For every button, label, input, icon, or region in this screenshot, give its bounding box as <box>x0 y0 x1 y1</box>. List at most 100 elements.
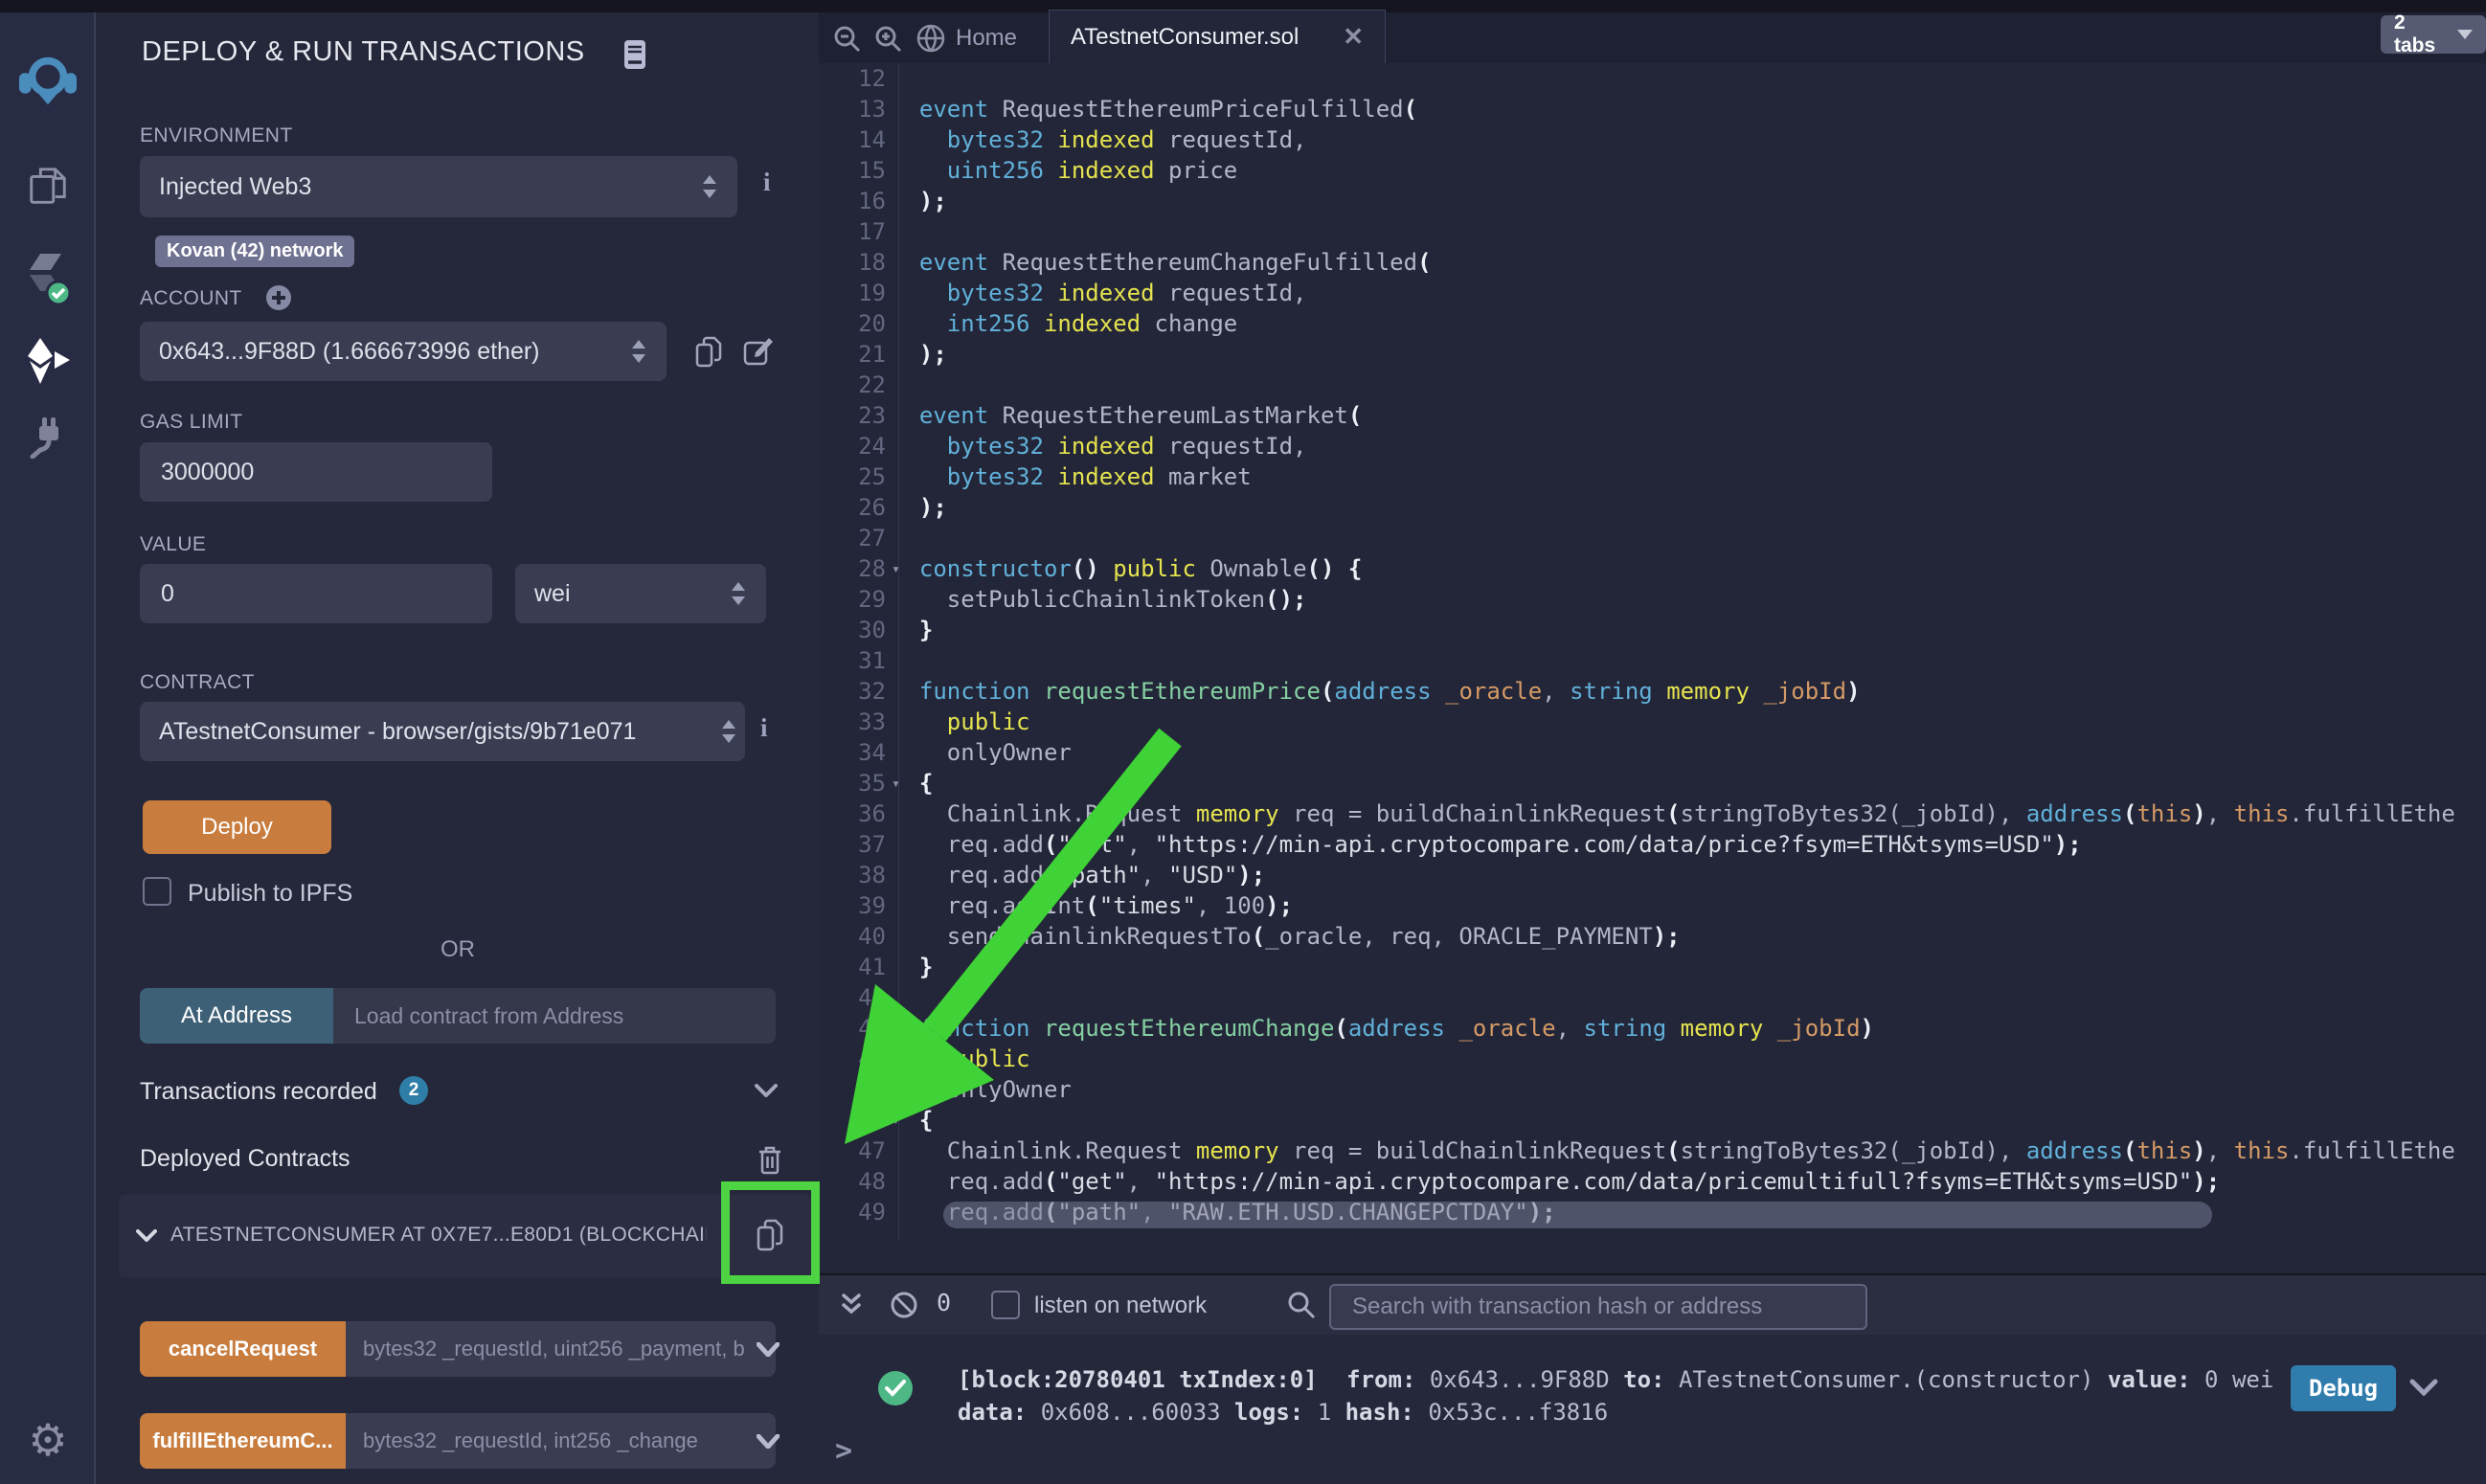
code-line[interactable]: 14 bytes32 indexed requestId, <box>819 124 2486 155</box>
code-line[interactable]: 20 int256 indexed change <box>819 308 2486 339</box>
code-area[interactable]: 1213 event RequestEthereumPriceFulfilled… <box>819 63 2486 1273</box>
code-text: bytes32 indexed market <box>892 461 1252 492</box>
log-expand-chevron-icon[interactable] <box>2409 1379 2438 1396</box>
tabs-count-dropdown[interactable]: 2 tabs <box>2381 15 2486 54</box>
contract-expand-chevron-icon[interactable] <box>136 1229 157 1242</box>
copy-account-icon[interactable] <box>695 336 722 369</box>
code-line[interactable]: 42 <box>819 982 2486 1013</box>
code-line[interactable]: 27 <box>819 523 2486 553</box>
code-line[interactable]: 16 ); <box>819 186 2486 216</box>
plugin-manager-icon[interactable] <box>0 415 96 463</box>
solidity-compiler-icon[interactable] <box>0 252 96 310</box>
terminal-search-input[interactable] <box>1329 1284 1867 1330</box>
line-number: 12 <box>819 63 886 94</box>
code-line[interactable]: 31 <box>819 645 2486 676</box>
code-line[interactable]: 35▾ { <box>819 768 2486 798</box>
fulfill-change-button[interactable]: fulfillEthereumC... <box>140 1413 346 1469</box>
deployed-contract-card[interactable]: ATESTNETCONSUMER AT 0X7E7...E80D1 (BLOCK… <box>119 1195 812 1277</box>
cancel-request-expand-icon[interactable] <box>757 1342 780 1357</box>
zoom-out-icon[interactable] <box>832 24 861 53</box>
environment-select[interactable]: Injected Web3 <box>140 156 737 217</box>
publish-ipfs-checkbox[interactable] <box>143 877 171 906</box>
code-line[interactable]: 21 ); <box>819 339 2486 370</box>
at-address-input[interactable] <box>333 988 776 1044</box>
code-line[interactable]: 30 } <box>819 615 2486 645</box>
expand-terminal-icon[interactable] <box>840 1293 863 1317</box>
add-account-icon[interactable] <box>264 283 293 312</box>
trash-icon[interactable] <box>757 1145 782 1176</box>
code-line[interactable]: 13 event RequestEthereumPriceFulfilled( <box>819 94 2486 124</box>
file-explorer-icon[interactable] <box>0 164 96 213</box>
edit-account-icon[interactable] <box>743 336 774 367</box>
line-number: 44 <box>819 1044 886 1074</box>
code-line[interactable]: 41 } <box>819 952 2486 982</box>
code-line[interactable]: 45 onlyOwner <box>819 1074 2486 1105</box>
code-line[interactable]: 23 event RequestEthereumLastMarket( <box>819 400 2486 431</box>
code-line[interactable]: 26 ); <box>819 492 2486 523</box>
gas-limit-input[interactable] <box>140 442 492 502</box>
code-line[interactable]: 48 req.add("get", "https://min-api.crypt… <box>819 1166 2486 1197</box>
code-line[interactable]: 36 Chainlink.Request memory req = buildC… <box>819 798 2486 829</box>
value-unit-select[interactable]: wei <box>515 564 766 623</box>
code-line[interactable]: 29 setPublicChainlinkToken(); <box>819 584 2486 615</box>
home-globe-icon[interactable] <box>915 22 947 55</box>
line-number: 39 <box>819 890 886 921</box>
code-line[interactable]: 47 Chainlink.Request memory req = buildC… <box>819 1135 2486 1166</box>
contract-select[interactable]: ATestnetConsumer - browser/gists/9b71e07… <box>140 702 745 761</box>
clear-console-icon[interactable] <box>889 1290 919 1320</box>
code-line[interactable]: 33 public <box>819 707 2486 737</box>
line-number: 42 <box>819 982 886 1013</box>
code-text: public <box>892 1044 1030 1074</box>
code-text: sendChainlinkRequestTo(_oracle, req, ORA… <box>892 921 1681 952</box>
tab-close-icon[interactable]: ✕ <box>1343 22 1364 52</box>
code-line[interactable]: 40 sendChainlinkRequestTo(_oracle, req, … <box>819 921 2486 952</box>
code-line[interactable]: 46▾ { <box>819 1105 2486 1135</box>
fulfill-change-expand-icon[interactable] <box>757 1434 780 1449</box>
value-input[interactable] <box>140 564 492 623</box>
cancel-request-args-input[interactable] <box>346 1321 776 1377</box>
transactions-chevron-icon[interactable] <box>755 1084 778 1097</box>
code-line[interactable]: 18 event RequestEthereumChangeFulfilled( <box>819 247 2486 278</box>
terminal-prompt[interactable]: > <box>835 1434 852 1468</box>
code-line[interactable]: 43 function requestEthereumChange(addres… <box>819 1013 2486 1044</box>
code-line[interactable]: 32 function requestEthereumPrice(address… <box>819 676 2486 707</box>
remix-logo-icon[interactable] <box>0 51 96 115</box>
code-text: function requestEthereumChange(address _… <box>892 1013 1874 1044</box>
code-text: ); <box>892 186 947 216</box>
code-line[interactable]: 12 <box>819 63 2486 94</box>
settings-gear-icon[interactable]: ⚙ <box>0 1418 96 1462</box>
code-line[interactable]: 39 req.addInt("times", 100); <box>819 890 2486 921</box>
code-line[interactable]: 22 <box>819 370 2486 400</box>
line-number: 23 <box>819 400 886 431</box>
code-line[interactable]: 17 <box>819 216 2486 247</box>
zoom-in-icon[interactable] <box>873 24 902 53</box>
tab-active-file[interactable]: ATestnetConsumer.sol ✕ <box>1049 10 1386 63</box>
cancel-request-row: cancelRequest <box>140 1321 776 1377</box>
horizontal-scrollbar[interactable] <box>943 1202 2212 1228</box>
code-line[interactable]: 15 uint256 indexed price <box>819 155 2486 186</box>
code-line[interactable]: 24 bytes32 indexed requestId, <box>819 431 2486 461</box>
at-address-button[interactable]: At Address <box>140 988 333 1044</box>
code-line[interactable]: 44 public <box>819 1044 2486 1074</box>
account-select[interactable]: 0x643...9F88D (1.666673996 ether) <box>140 322 667 381</box>
transaction-log[interactable]: [block:20780401 txIndex:0] from: 0x643..… <box>958 1363 2273 1428</box>
debug-button[interactable]: Debug <box>2291 1365 2396 1411</box>
code-line[interactable]: 28▾ constructor() public Ownable() { <box>819 553 2486 584</box>
docs-icon[interactable] <box>623 39 646 70</box>
code-line[interactable]: 37 req.add("get", "https://min-api.crypt… <box>819 829 2486 860</box>
code-line[interactable]: 19 bytes32 indexed requestId, <box>819 278 2486 308</box>
account-label: ACCOUNT <box>140 287 242 310</box>
fulfill-change-args-input[interactable] <box>346 1413 776 1469</box>
code-line[interactable]: 38 req.add("path", "USD"); <box>819 860 2486 890</box>
contract-info-icon[interactable]: i <box>760 713 768 743</box>
environment-info-icon[interactable]: i <box>763 168 771 197</box>
deploy-button[interactable]: Deploy <box>143 800 331 854</box>
code-text: constructor() public Ownable() { <box>892 553 1362 584</box>
code-line[interactable]: 25 bytes32 indexed market <box>819 461 2486 492</box>
deploy-and-run-icon[interactable] <box>0 336 96 391</box>
cancel-request-button[interactable]: cancelRequest <box>140 1321 346 1377</box>
listen-network-checkbox[interactable] <box>991 1291 1020 1319</box>
code-line[interactable]: 34 onlyOwner <box>819 737 2486 768</box>
line-number: 26 <box>819 492 886 523</box>
tab-home[interactable]: Home <box>956 25 1017 52</box>
